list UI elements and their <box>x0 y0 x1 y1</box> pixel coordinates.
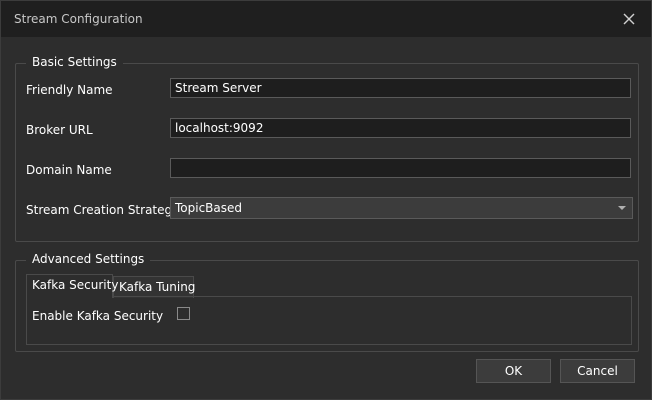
friendly-name-label: Friendly Name <box>26 83 113 97</box>
enable-kafka-security-label: Enable Kafka Security <box>32 309 164 323</box>
close-icon <box>623 13 635 25</box>
basic-settings-legend: Basic Settings <box>26 55 123 69</box>
cancel-button[interactable]: Cancel <box>560 359 635 383</box>
tab-kafka-security[interactable]: Kafka Security <box>26 274 118 298</box>
title-bar[interactable]: Stream Configuration <box>1 1 651 37</box>
enable-kafka-security-checkbox[interactable] <box>177 307 190 320</box>
advanced-settings-legend: Advanced Settings <box>26 252 151 266</box>
broker-url-label: Broker URL <box>26 123 93 137</box>
basic-settings-group: Basic Settings Friendly Name Broker URL … <box>15 55 639 242</box>
tab-kafka-tuning[interactable]: Kafka Tuning <box>113 276 195 298</box>
domain-name-label: Domain Name <box>26 163 112 177</box>
stream-creation-strategy-value: TopicBased <box>175 201 243 215</box>
stream-configuration-dialog: Stream Configuration Basic Settings Frie… <box>0 0 652 400</box>
kafka-security-panel: Enable Kafka Security <box>26 296 632 345</box>
close-button[interactable] <box>619 9 639 29</box>
advanced-settings-group: Advanced Settings Kafka Security Kafka T… <box>15 252 639 352</box>
domain-name-input[interactable] <box>170 158 631 178</box>
window-title: Stream Configuration <box>14 12 143 26</box>
ok-button[interactable]: OK <box>476 359 551 383</box>
friendly-name-input[interactable] <box>170 78 631 98</box>
stream-creation-strategy-label: Stream Creation Strategy <box>26 203 180 217</box>
broker-url-input[interactable] <box>170 118 631 138</box>
chevron-down-icon <box>618 206 626 210</box>
stream-creation-strategy-select[interactable]: TopicBased <box>170 197 633 219</box>
